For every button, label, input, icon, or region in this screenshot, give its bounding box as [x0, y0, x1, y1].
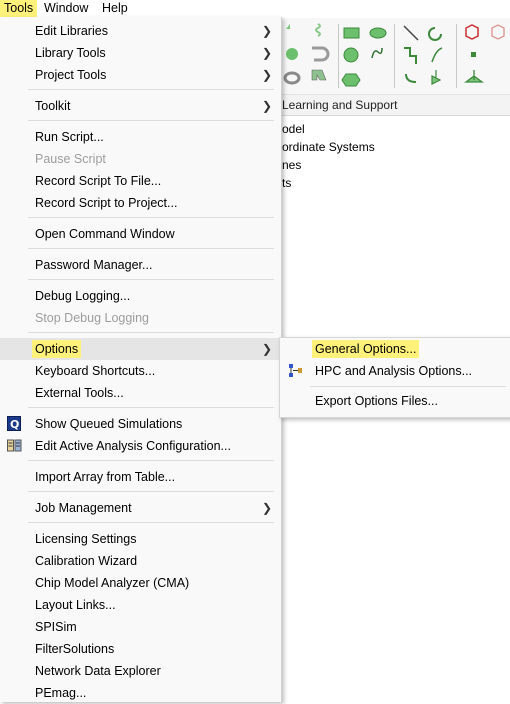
- menu-item-project-tools[interactable]: Project Tools ❯: [0, 64, 281, 86]
- chevron-right-icon: ❯: [262, 99, 273, 113]
- menu-item-chip-model-analyzer[interactable]: Chip Model Analyzer (CMA): [0, 572, 281, 594]
- tools-menu: Edit Libraries ❯ Library Tools ❯ Project…: [0, 17, 282, 702]
- menu-separator: [28, 491, 274, 492]
- menu-item-record-script-file[interactable]: Record Script To File...: [0, 170, 281, 192]
- menu-item-stop-debug-logging: Stop Debug Logging: [35, 311, 149, 325]
- menu-separator: [28, 279, 274, 280]
- menu-item-filtersolutions[interactable]: FilterSolutions: [0, 638, 281, 660]
- chevron-right-icon: ❯: [262, 46, 273, 60]
- queue-icon: Q: [7, 416, 21, 431]
- menu-window[interactable]: Window: [40, 0, 92, 17]
- tree-item[interactable]: odel: [282, 122, 305, 136]
- options-submenu: General Options... HPC and Analysis Opti…: [279, 337, 510, 418]
- menu-separator: [310, 386, 506, 387]
- menu-item-run-script[interactable]: Run Script...: [0, 126, 281, 148]
- draw-shape-icon[interactable]: [283, 23, 330, 85]
- menu-separator: [28, 217, 274, 218]
- menu-item-options[interactable]: Options ❯: [0, 338, 281, 360]
- tree-item[interactable]: ordinate Systems: [282, 140, 375, 154]
- menu-item-edit-analysis-config[interactable]: Edit Active Analysis Configuration...: [0, 435, 281, 457]
- submenu-item-general-options[interactable]: General Options...: [280, 338, 510, 360]
- menu-item-library-tools[interactable]: Library Tools ❯: [0, 42, 281, 64]
- svg-text:Q: Q: [10, 418, 19, 431]
- menu-item-calibration-wizard[interactable]: Calibration Wizard: [0, 550, 281, 572]
- menu-item-show-queued-simulations[interactable]: Q Show Queued Simulations: [0, 413, 281, 435]
- drawing-toolbar: [280, 18, 510, 95]
- menu-item-record-script-project[interactable]: Record Script to Project...: [0, 192, 281, 214]
- menu-separator: [28, 332, 274, 333]
- menu-item-spisim[interactable]: SPISim: [0, 616, 281, 638]
- tree-item[interactable]: nes: [282, 158, 301, 172]
- tree-item[interactable]: ts: [282, 176, 291, 190]
- menu-separator: [28, 89, 274, 90]
- menu-item-password-manager[interactable]: Password Manager...: [0, 254, 281, 276]
- chevron-right-icon: ❯: [262, 68, 273, 82]
- menu-item-external-tools[interactable]: External Tools...: [0, 382, 281, 404]
- menu-item-import-array[interactable]: Import Array from Table...: [0, 466, 281, 488]
- draw-box-icon[interactable]: [464, 24, 505, 83]
- menu-item-pemag[interactable]: PEmag...: [0, 682, 281, 704]
- menu-item-network-data-explorer[interactable]: Network Data Explorer: [0, 660, 281, 682]
- menu-separator: [28, 407, 274, 408]
- menu-item-toolkit[interactable]: Toolkit ❯: [0, 95, 281, 117]
- hpc-icon: [288, 363, 302, 378]
- menu-item-keyboard-shortcuts[interactable]: Keyboard Shortcuts...: [0, 360, 281, 382]
- menu-item-pause-script: Pause Script: [35, 152, 106, 166]
- draw-primitive-icon[interactable]: [341, 27, 387, 87]
- menu-item-edit-libraries[interactable]: Edit Libraries ❯: [0, 20, 281, 42]
- menu-help[interactable]: Help: [98, 0, 132, 17]
- menu-separator: [28, 120, 274, 121]
- menu-item-job-management[interactable]: Job Management ❯: [0, 497, 281, 519]
- analysis-config-icon: [7, 438, 22, 453]
- submenu-item-export-options-files[interactable]: Export Options Files...: [280, 390, 510, 412]
- chevron-right-icon: ❯: [262, 342, 273, 356]
- general-options-label: General Options...: [312, 340, 420, 358]
- menu-item-layout-links[interactable]: Layout Links...: [0, 594, 281, 616]
- ribbon-tab-learning[interactable]: Learning and Support: [280, 95, 510, 116]
- menu-separator: [28, 522, 274, 523]
- menu-tools[interactable]: Tools: [0, 0, 38, 17]
- options-label: Options: [32, 340, 82, 358]
- chevron-right-icon: ❯: [262, 24, 273, 38]
- menu-item-debug-logging[interactable]: Debug Logging...: [0, 285, 281, 307]
- menu-item-open-command-window[interactable]: Open Command Window: [0, 223, 281, 245]
- menu-separator: [28, 248, 274, 249]
- menu-bar: Tools Window Help: [0, 0, 510, 17]
- submenu-item-hpc-analysis-options[interactable]: HPC and Analysis Options...: [280, 360, 510, 382]
- menu-item-licensing-settings[interactable]: Licensing Settings: [0, 528, 281, 550]
- menu-separator: [28, 460, 274, 461]
- chevron-right-icon: ❯: [262, 501, 273, 515]
- draw-line-icon[interactable]: [403, 25, 443, 85]
